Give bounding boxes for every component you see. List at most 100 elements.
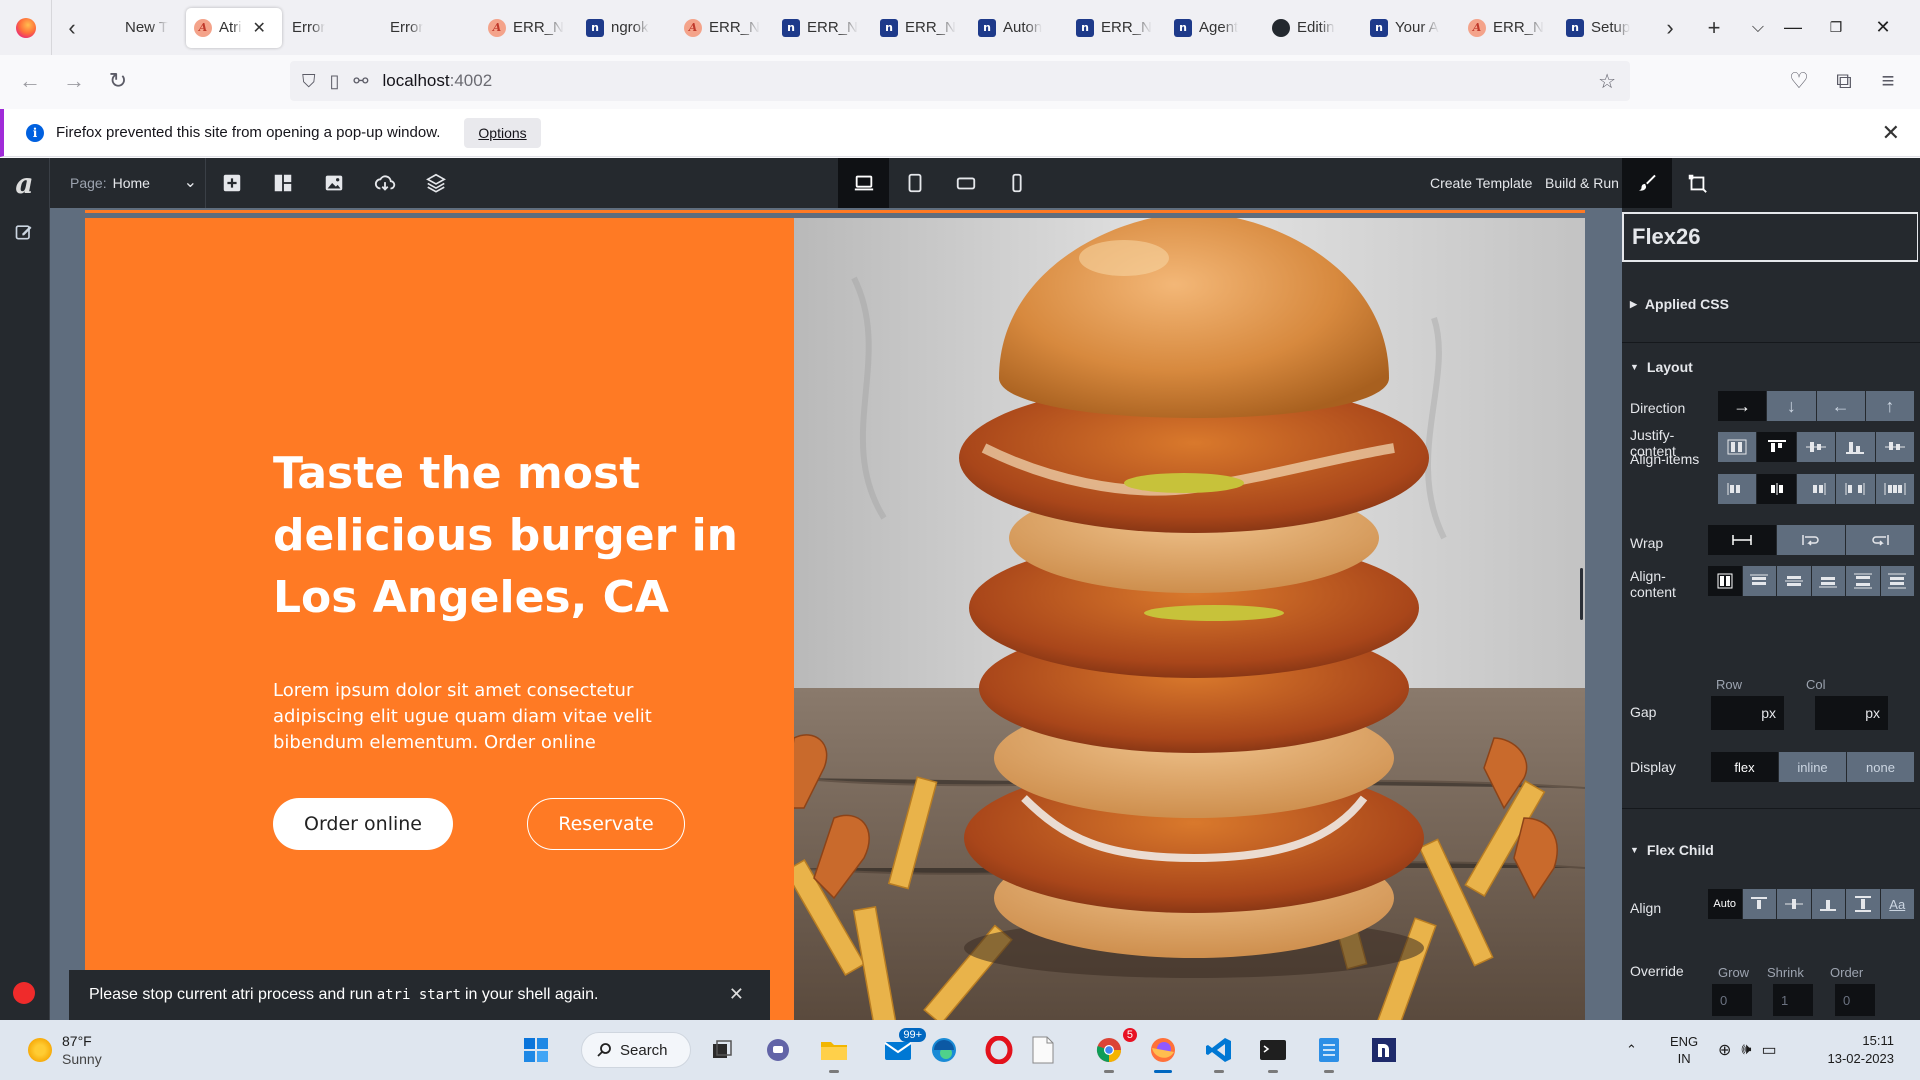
- tab-close-icon[interactable]: ✕: [253, 18, 266, 38]
- align-self-end-icon[interactable]: [1811, 889, 1846, 919]
- close-window-icon[interactable]: ✕: [1860, 0, 1906, 55]
- browser-tab[interactable]: n Auton: [970, 8, 1066, 48]
- show-hidden-icons[interactable]: ⌃: [1626, 1020, 1637, 1080]
- browser-tab[interactable]: n Agent: [1166, 8, 1262, 48]
- mail-icon[interactable]: 99+: [878, 1028, 926, 1070]
- edit-square-icon[interactable]: [14, 222, 34, 242]
- start-button-icon[interactable]: [516, 1030, 556, 1070]
- align-self-baseline-option[interactable]: Aa: [1880, 889, 1914, 919]
- create-template-button[interactable]: Create Template: [1430, 158, 1532, 208]
- taskbar-search[interactable]: Search: [581, 1032, 691, 1068]
- align-self-start-icon[interactable]: [1742, 889, 1777, 919]
- align-items-stretch-icon[interactable]: [1718, 432, 1758, 462]
- n-app-icon[interactable]: [1364, 1030, 1404, 1070]
- language-indicator[interactable]: ENG IN: [1670, 1020, 1698, 1080]
- gap-col-input[interactable]: px: [1815, 696, 1888, 730]
- pocket-icon[interactable]: ♡: [1777, 59, 1821, 103]
- justify-center-icon[interactable]: [1757, 474, 1797, 504]
- applied-css-toggle[interactable]: ▶ Applied CSS: [1630, 296, 1729, 312]
- align-items-start-icon[interactable]: [1757, 432, 1797, 462]
- display-flex-option[interactable]: flex: [1711, 752, 1779, 782]
- bookmark-star-icon[interactable]: ☆: [1598, 69, 1616, 94]
- browser-tab[interactable]: n Your A: [1362, 8, 1458, 48]
- reservate-button[interactable]: Reservate: [527, 798, 685, 850]
- notification-close-icon[interactable]: ✕: [1882, 120, 1900, 146]
- canvas-resize-handle[interactable]: [1580, 568, 1583, 620]
- teams-chat-icon[interactable]: [758, 1030, 798, 1070]
- style-brush-icon[interactable]: [1622, 158, 1672, 208]
- align-content-end-icon[interactable]: [1811, 566, 1846, 596]
- shield-icon[interactable]: ⛉: [302, 71, 316, 92]
- tablet-landscape-view-icon[interactable]: [940, 158, 991, 208]
- hamburger-menu-icon[interactable]: ≡: [1866, 59, 1910, 103]
- justify-space-around-icon[interactable]: [1875, 474, 1915, 504]
- display-inline-option[interactable]: inline: [1779, 752, 1847, 782]
- firefox-menu-icon[interactable]: [0, 0, 52, 55]
- hero-title[interactable]: Taste the most delicious burger in Los A…: [273, 443, 743, 629]
- task-view-icon[interactable]: [702, 1030, 742, 1070]
- notes-app-icon[interactable]: [1309, 1030, 1349, 1073]
- notification-options-button[interactable]: Options: [464, 117, 541, 148]
- nowrap-icon[interactable]: [1708, 525, 1777, 555]
- templates-icon[interactable]: [257, 158, 308, 208]
- browser-tab[interactable]: Error: [382, 8, 478, 48]
- browser-tab[interactable]: n ERR_N: [872, 8, 968, 48]
- align-items-end-icon[interactable]: [1836, 432, 1876, 462]
- hero-description[interactable]: Lorem ipsum dolor sit amet consectetur a…: [273, 678, 693, 756]
- toast-close-icon[interactable]: ✕: [729, 984, 744, 1005]
- browser-tab[interactable]: A ERR_N: [480, 8, 576, 48]
- url-bar[interactable]: ⛉ ▯ ⚯ localhost:4002 ☆: [290, 61, 1630, 101]
- permissions-icon[interactable]: ⚯: [353, 71, 368, 92]
- minimize-icon[interactable]: —: [1770, 0, 1816, 55]
- flex-child-section-toggle[interactable]: ▼ Flex Child: [1630, 842, 1714, 858]
- justify-space-between-icon[interactable]: [1836, 474, 1876, 504]
- direction-row-reverse-option[interactable]: ←: [1816, 391, 1866, 421]
- firefox-icon[interactable]: [1143, 1030, 1183, 1073]
- wrap-icon[interactable]: [1777, 525, 1846, 555]
- order-online-button[interactable]: Order online: [273, 798, 453, 850]
- wrap-reverse-icon[interactable]: [1846, 525, 1914, 555]
- opera-icon[interactable]: [979, 1030, 1019, 1070]
- editor-canvas[interactable]: Taste the most delicious burger in Los A…: [50, 208, 1622, 1020]
- browser-tab[interactable]: New T: [92, 8, 184, 48]
- hero-text-section[interactable]: Taste the most delicious burger in Los A…: [85, 218, 794, 1020]
- cloud-sync-icon[interactable]: [359, 158, 410, 208]
- align-self-center-icon[interactable]: [1777, 889, 1812, 919]
- forward-icon[interactable]: →: [52, 59, 96, 103]
- tablet-view-icon[interactable]: [889, 158, 940, 208]
- system-tray-icons[interactable]: ⊕ 🕪 ▭: [1718, 1020, 1777, 1080]
- gap-row-input[interactable]: px: [1711, 696, 1784, 730]
- resize-box-icon[interactable]: [1672, 158, 1722, 208]
- browser-tab[interactable]: Editin: [1264, 8, 1360, 48]
- add-component-icon[interactable]: [206, 158, 257, 208]
- laptop-view-icon[interactable]: [838, 158, 889, 208]
- direction-column-reverse-option[interactable]: ↑: [1865, 391, 1914, 421]
- edge-icon[interactable]: [924, 1030, 964, 1070]
- tab-scroll-left-icon[interactable]: ‹: [52, 0, 92, 55]
- direction-row-option[interactable]: →: [1718, 391, 1768, 421]
- vscode-icon[interactable]: [1199, 1030, 1239, 1073]
- weather-widget[interactable]: 87°F Sunny: [28, 1032, 102, 1068]
- align-content-between-icon[interactable]: [1846, 566, 1881, 596]
- taskbar-clock[interactable]: 15:11 13-02-2023: [1828, 1032, 1895, 1068]
- align-content-center-icon[interactable]: [1777, 566, 1812, 596]
- display-none-option[interactable]: none: [1847, 752, 1914, 782]
- terminal-icon[interactable]: [1253, 1030, 1293, 1073]
- browser-tab[interactable]: n ngrok: [578, 8, 674, 48]
- align-self-auto-option[interactable]: Auto: [1708, 889, 1743, 919]
- browser-tab[interactable]: Error: [284, 8, 380, 48]
- browser-tab[interactable]: A ERR_N: [1460, 8, 1556, 48]
- order-input[interactable]: 0: [1835, 984, 1875, 1016]
- tab-scroll-right-icon[interactable]: ›: [1648, 0, 1692, 55]
- mobile-view-icon[interactable]: [991, 158, 1042, 208]
- justify-start-icon[interactable]: [1718, 474, 1758, 504]
- direction-column-option[interactable]: ↓: [1767, 391, 1817, 421]
- align-content-start-icon[interactable]: [1742, 566, 1777, 596]
- assets-icon[interactable]: [308, 158, 359, 208]
- shrink-input[interactable]: 1: [1773, 984, 1813, 1016]
- layout-section-toggle[interactable]: ▼ Layout: [1630, 359, 1693, 375]
- browser-tab[interactable]: n ERR_N: [1068, 8, 1164, 48]
- restore-icon[interactable]: ❐: [1813, 0, 1859, 55]
- browser-tab[interactable]: A Atri ✕: [186, 7, 282, 48]
- browser-tab[interactable]: A ERR_N: [676, 8, 772, 48]
